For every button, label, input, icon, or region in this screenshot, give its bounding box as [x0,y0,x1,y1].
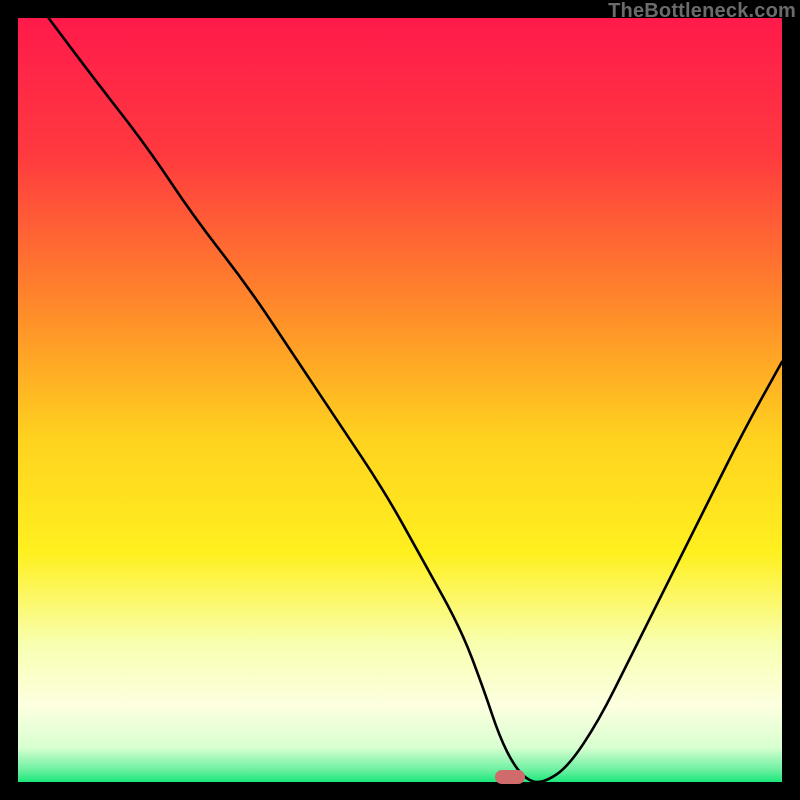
optimum-marker [495,770,525,784]
bottleneck-curve [49,18,782,782]
curve-layer [18,18,782,782]
watermark-text: TheBottleneck.com [608,0,796,23]
outer-frame: TheBottleneck.com [0,0,800,800]
